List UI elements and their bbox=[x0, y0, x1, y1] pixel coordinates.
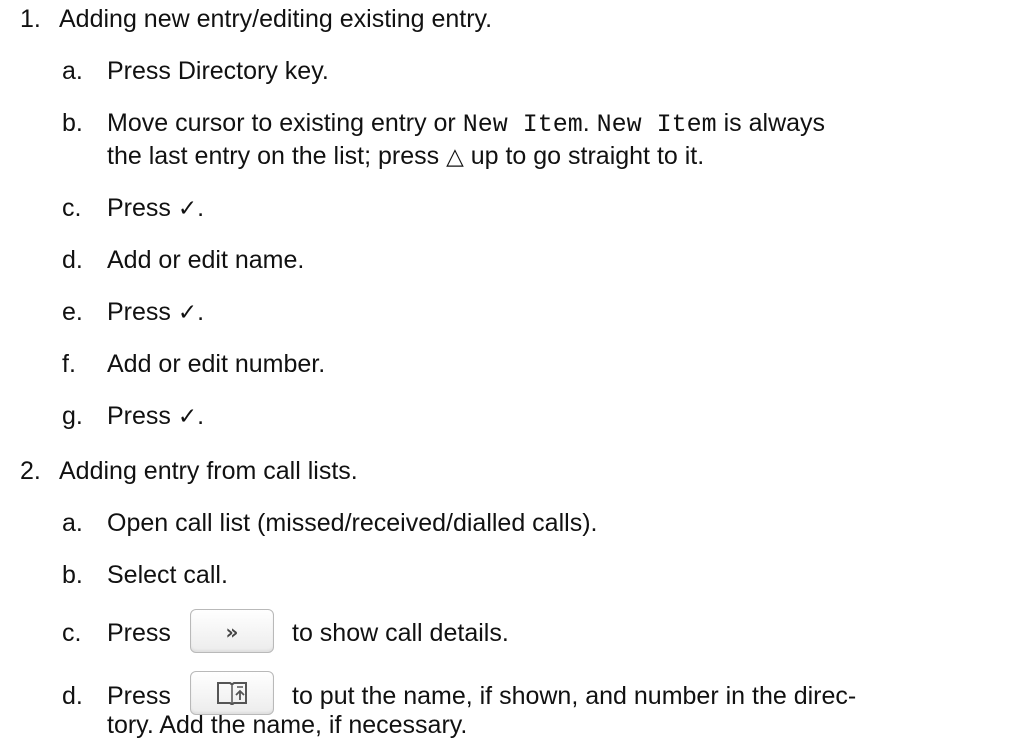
step-text-before: Press bbox=[107, 619, 171, 647]
step-1b: b. Move cursor to existing entry or New … bbox=[62, 108, 825, 139]
step-text: Add or edit name. bbox=[107, 246, 305, 274]
check-icon: ✓ bbox=[177, 196, 198, 222]
check-icon: ✓ bbox=[177, 300, 198, 326]
step-text: Press ✓. bbox=[107, 297, 204, 328]
step-text: Open call list (missed/received/dialled … bbox=[107, 509, 598, 537]
list-item-1: 1. Adding new entry/editing existing ent… bbox=[20, 4, 492, 34]
list-item-2: 2. Adding entry from call lists. bbox=[20, 456, 358, 486]
text-run: the last entry on the list; press bbox=[107, 142, 447, 170]
step-1e: e. Press ✓. bbox=[62, 297, 204, 327]
item-text: Adding new entry/editing existing entry. bbox=[59, 5, 493, 33]
step-text-before: Press bbox=[107, 682, 171, 710]
step-letter: d. bbox=[62, 246, 83, 274]
step-letter: f. bbox=[62, 350, 76, 378]
text-run: . bbox=[197, 194, 205, 222]
step-1g: g. Press ✓. bbox=[62, 401, 204, 431]
directory-key-button bbox=[190, 671, 274, 715]
text-run: Press bbox=[107, 402, 178, 430]
text-run: . bbox=[197, 402, 205, 430]
step-letter: b. bbox=[62, 109, 83, 137]
step-1c: c. Press ✓. bbox=[62, 193, 204, 223]
step-text: Press ✓. bbox=[107, 193, 204, 224]
text-run: Press bbox=[107, 298, 178, 326]
step-letter: e. bbox=[62, 298, 83, 326]
step-1a: a. Press Directory key. bbox=[62, 56, 329, 86]
step-text-after: to show call details. bbox=[292, 619, 509, 647]
step-letter: c. bbox=[62, 619, 82, 647]
text-run: . bbox=[197, 298, 205, 326]
step-letter: g. bbox=[62, 402, 83, 430]
item-number: 1. bbox=[20, 5, 41, 33]
step-text: Add or edit number. bbox=[107, 350, 326, 378]
text-run: is always bbox=[716, 109, 826, 137]
step-2b: b. Select call. bbox=[62, 560, 228, 590]
text-run: Press bbox=[107, 194, 178, 222]
step-letter: d. bbox=[62, 682, 83, 710]
up-triangle-icon: △ bbox=[446, 144, 464, 170]
step-text-line1: Move cursor to existing entry or New Ite… bbox=[107, 108, 825, 140]
item-number: 2. bbox=[20, 457, 41, 485]
step-letter: a. bbox=[62, 57, 83, 85]
directory-book-icon bbox=[217, 682, 247, 705]
text-run: Move cursor to existing entry or bbox=[107, 109, 463, 137]
step-2a: a. Open call list (missed/received/diall… bbox=[62, 508, 597, 538]
forward-chevrons-icon: » bbox=[225, 620, 239, 644]
step-letter: b. bbox=[62, 561, 83, 589]
step-2d: d. Press to put the name, if shown, and … bbox=[62, 671, 856, 715]
step-text: Select call. bbox=[107, 561, 228, 589]
check-icon: ✓ bbox=[177, 404, 198, 430]
step-1b-line2: the last entry on the list; press △ up t… bbox=[107, 141, 704, 172]
code-new-item: New Item bbox=[596, 110, 717, 139]
text-run: . bbox=[582, 109, 597, 137]
forward-key-button: » bbox=[190, 609, 274, 653]
item-text: Adding entry from call lists. bbox=[59, 457, 358, 485]
step-1d: d. Add or edit name. bbox=[62, 245, 304, 275]
code-new-item: New Item bbox=[462, 110, 583, 139]
step-letter: a. bbox=[62, 509, 83, 537]
document-page: 1. Adding new entry/editing existing ent… bbox=[0, 0, 1016, 740]
step-2c: c. Press » to show call details. bbox=[62, 609, 509, 653]
step-2d-line2: tory. Add the name, if necessary. bbox=[107, 711, 468, 739]
step-letter: c. bbox=[62, 194, 82, 222]
step-text: Press Directory key. bbox=[107, 57, 329, 85]
step-1f: f. Add or edit number. bbox=[62, 349, 325, 379]
step-text-after: to put the name, if shown, and number in… bbox=[292, 682, 857, 710]
step-text: Press ✓. bbox=[107, 401, 204, 432]
text-run: up to go straight to it. bbox=[463, 142, 705, 170]
